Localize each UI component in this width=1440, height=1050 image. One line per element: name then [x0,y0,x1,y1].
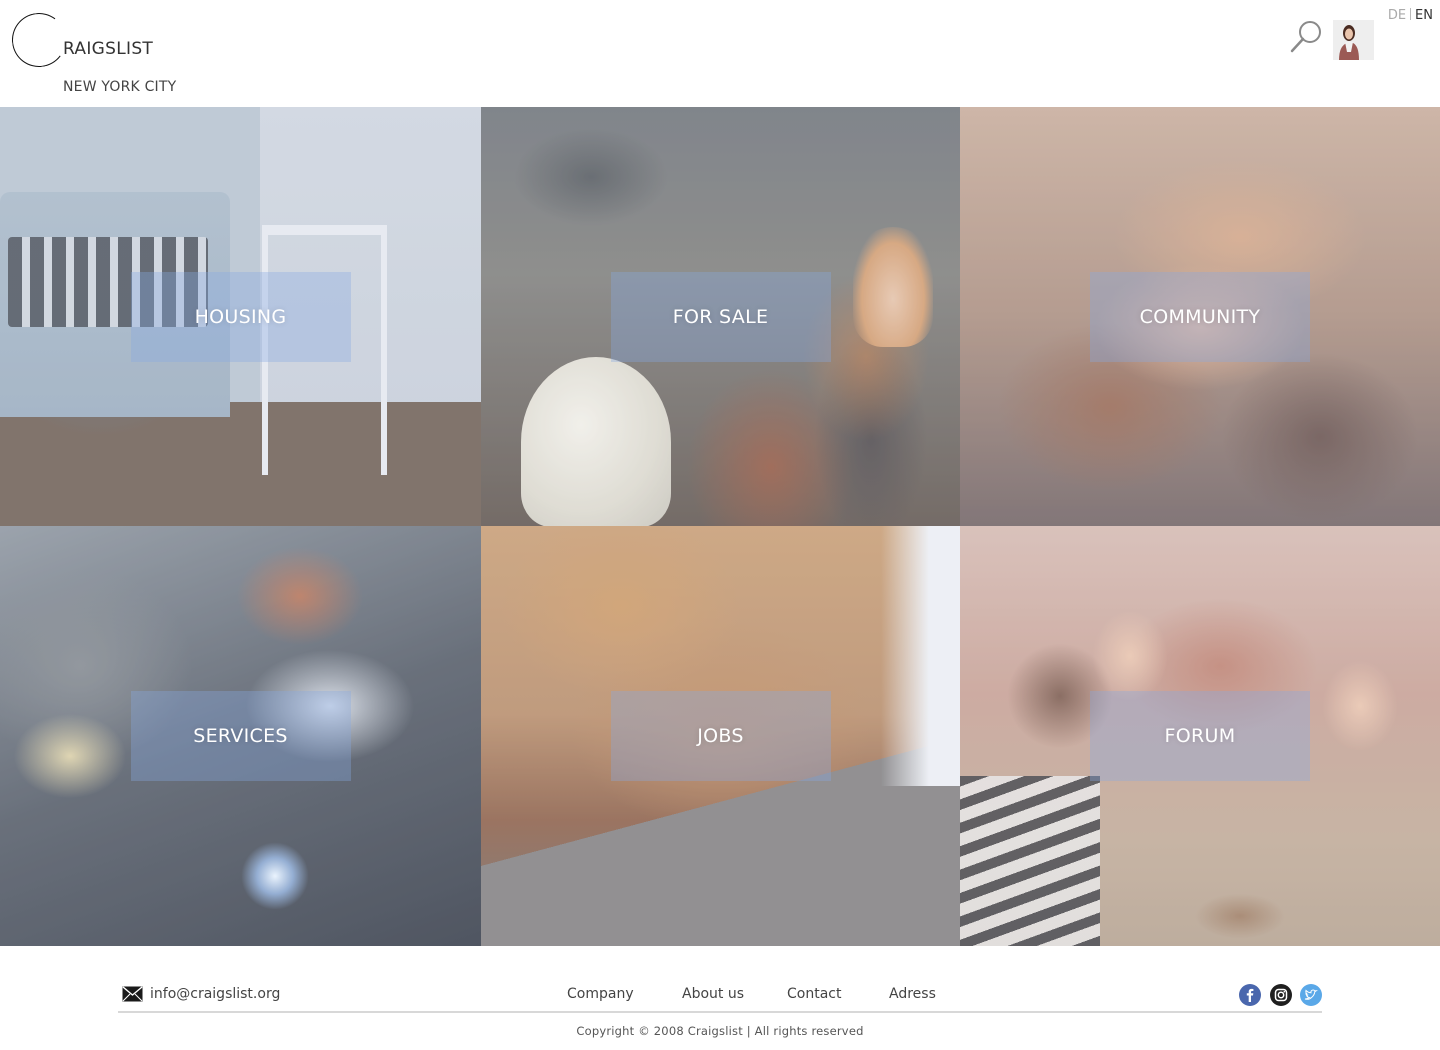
logo[interactable]: RAIGSLIST [0,0,154,71]
site-footer: info@craigslist.org Company About us Con… [0,946,1440,1050]
footer-divider [118,1011,1322,1013]
category-label-box: HOUSING [130,271,351,362]
category-label-box: FORUM [1090,691,1310,781]
category-label: HOUSING [194,305,287,328]
category-label: FORUM [1164,725,1236,747]
category-label: SERVICES [193,725,288,747]
category-label: FOR SALE [672,305,769,328]
language-switcher: DE EN [1388,8,1433,23]
category-label: JOBS [697,725,744,747]
lang-divider [1410,8,1412,20]
category-tile-forum[interactable]: FORUM [960,526,1440,946]
site-header: RAIGSLIST NEW YORK CITY DE EN [0,0,1440,107]
category-tile-services[interactable]: SERVICES [0,526,481,946]
category-label-box: FOR SALE [610,271,831,362]
copyright-text: Copyright © 2008 Craigslist | All rights… [576,1024,864,1038]
user-avatar[interactable] [1333,20,1374,60]
category-label-box: SERVICES [130,691,351,781]
footer-link-company[interactable]: Company [567,986,634,1002]
search-icon[interactable] [1288,18,1326,56]
footer-link-about-us[interactable]: About us [682,986,744,1002]
lang-de[interactable]: DE [1388,8,1406,23]
category-tile-community[interactable]: COMMUNITY [960,107,1440,526]
contact-email-link[interactable]: info@craigslist.org [150,986,280,1002]
category-tile-jobs[interactable]: JOBS [481,526,960,946]
footer-link-contact[interactable]: Contact [787,986,841,1002]
twitter-icon[interactable] [1300,984,1322,1006]
lang-en[interactable]: EN [1415,8,1433,23]
category-label: COMMUNITY [1139,305,1261,328]
envelope-icon [122,986,143,1002]
city-name[interactable]: NEW YORK CITY [63,79,176,95]
footer-link-adress[interactable]: Adress [889,986,936,1002]
category-grid: HOUSING FOR SALE COMMUNITY SERVICES JOBS [0,107,1440,946]
logo-c-mark [8,9,70,71]
category-label-box: COMMUNITY [1090,271,1310,362]
category-label-box: JOBS [610,691,831,781]
logo-text: RAIGSLIST [63,39,154,59]
facebook-icon[interactable] [1239,984,1261,1006]
category-tile-for-sale[interactable]: FOR SALE [481,107,960,526]
category-tile-housing[interactable]: HOUSING [0,107,481,526]
instagram-icon[interactable] [1270,984,1292,1006]
